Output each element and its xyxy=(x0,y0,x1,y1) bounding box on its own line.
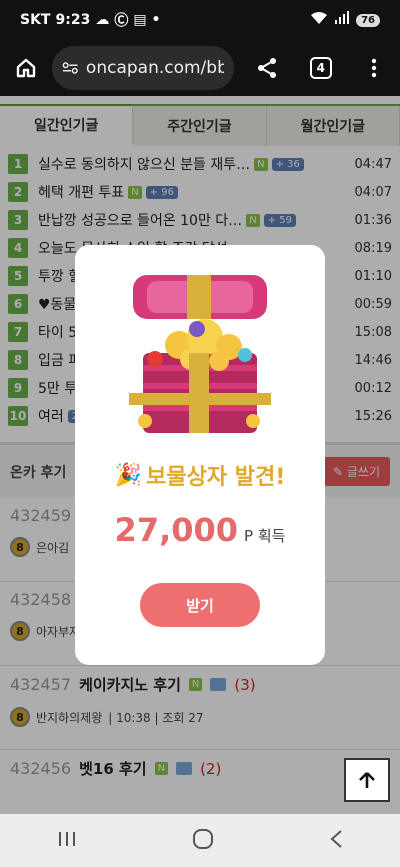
reward-unit: P 획득 xyxy=(244,527,286,545)
tab-count: 4 xyxy=(309,57,332,79)
wifi-icon xyxy=(310,11,328,29)
back-chevron-icon xyxy=(330,829,342,848)
home-icon xyxy=(16,58,35,78)
reward-amount: 27,000 P 획득 xyxy=(115,511,286,549)
browser-menu-button[interactable] xyxy=(359,52,391,84)
dot-icon: • xyxy=(151,12,161,28)
home-nav-button[interactable] xyxy=(192,828,214,854)
home-circle-icon xyxy=(192,828,213,849)
url-text: oncapan.com/bbs xyxy=(85,58,224,78)
treasure-modal: 🎉 보물상자 발견! 27,000 P 획득 받기 xyxy=(75,245,325,665)
modal-title: 🎉 보물상자 발견! xyxy=(115,459,286,491)
claim-button[interactable]: 받기 xyxy=(140,583,260,627)
system-nav-bar xyxy=(0,814,400,867)
site-settings-icon xyxy=(62,62,78,74)
recent-apps-button[interactable] xyxy=(57,830,77,852)
more-vert-icon xyxy=(372,58,377,78)
battery-indicator: 76 xyxy=(356,13,380,27)
back-nav-button[interactable] xyxy=(329,829,343,853)
clock: 9:23 xyxy=(55,12,91,28)
carrier-label: SKT xyxy=(20,12,51,28)
status-bar: SKT 9:23 ☁ Ⓒ ▤ • 76 xyxy=(0,0,400,40)
treasure-chest-image xyxy=(125,275,275,439)
modal-title-text: 보물상자 발견! xyxy=(146,465,286,490)
reward-points: 27,000 xyxy=(114,511,239,549)
calendar-icon: ▤ xyxy=(133,12,147,28)
share-button[interactable] xyxy=(252,52,284,84)
recents-icon xyxy=(59,831,76,846)
arrow-up-icon xyxy=(359,772,375,788)
address-bar[interactable]: oncapan.com/bbs xyxy=(51,46,234,90)
party-popper-icon: 🎉 xyxy=(114,462,143,488)
browser-toolbar: oncapan.com/bbs 4 xyxy=(0,40,400,96)
app-c-icon: Ⓒ xyxy=(114,13,129,29)
home-button[interactable] xyxy=(10,52,42,84)
scroll-top-button[interactable] xyxy=(344,758,390,802)
signal-icon xyxy=(334,11,350,29)
tab-switcher-button[interactable]: 4 xyxy=(305,52,337,84)
cloud-icon: ☁ xyxy=(95,12,110,28)
share-icon xyxy=(258,58,277,78)
